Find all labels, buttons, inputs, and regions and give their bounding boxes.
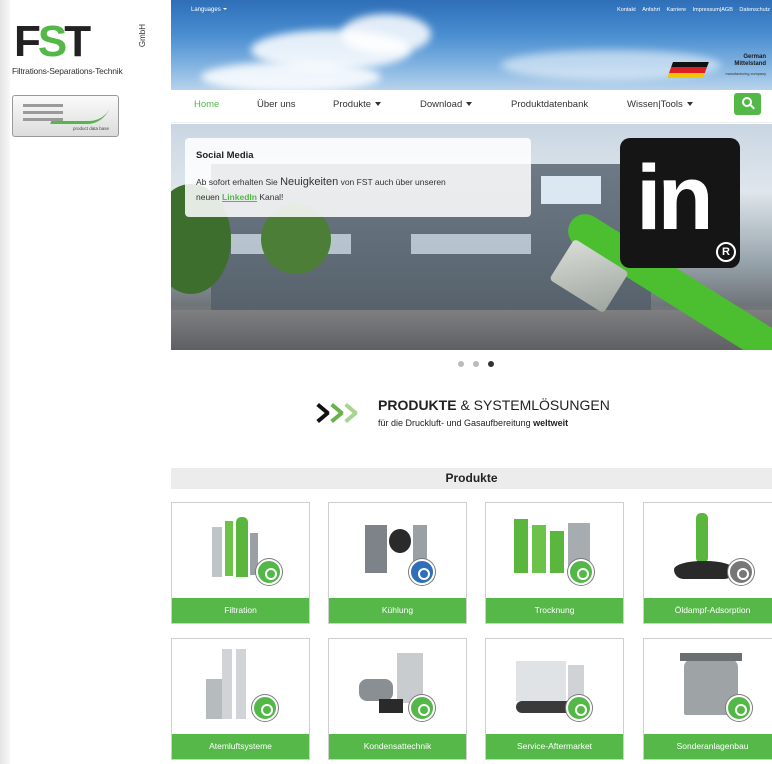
oeldampf-image [644,503,772,598]
chevron-down-icon [466,102,473,107]
tile-label: Atemluftsysteme [172,734,309,759]
atemluft-image [172,639,309,734]
tile-label: Service-Aftermarket [486,734,623,759]
link-datenschutz[interactable]: Datenschutz [739,7,770,13]
card-text: Ab sofort erhalten Sie Neuigkeiten von F… [196,176,446,202]
nav-ueber-uns[interactable]: Über uns [257,99,296,110]
search-button[interactable] [734,93,761,115]
header-banner: Languages Kontakt Anfahrt Karriere Impre… [171,0,772,90]
card-title: Social Media [196,150,254,161]
sonderanlagenbau-badge-icon [726,695,752,721]
slider-dot-2[interactable] [473,361,479,367]
product-database-caption: product data base [73,126,110,131]
product-tile-oeldampf[interactable]: Öldampf-Adsorption [643,502,772,624]
tile-label: Kühlung [329,598,466,623]
cloud [201,62,381,90]
kondensat-image [329,639,466,734]
slider-dot-1[interactable] [458,361,464,367]
mittelstand-sub: manufacturing company [725,72,766,76]
products-section-title: Produkte [445,471,498,485]
tile-label: Trocknung [486,598,623,623]
chevron-down-icon [223,8,228,11]
service-image [486,639,623,734]
product-tile-filtration[interactable]: Filtration [171,502,310,624]
nav-produktdatenbank[interactable]: Produktdatenbank [511,99,588,110]
hero-slider[interactable]: in R Social Media Ab sofort erhalten Sie… [171,124,772,350]
sonderanlagenbau-image [644,639,772,734]
german-mittelstand-badge: German Mittelstand manufacturing company [667,52,766,80]
linkedin-logo: in R [620,138,740,268]
link-karriere[interactable]: Karriere [667,7,687,13]
tile-label: Öldampf-Adsorption [644,598,772,623]
nav-produkte[interactable]: Produkte [333,99,382,110]
product-tile-kuehlung[interactable]: Kühlung [328,502,467,624]
linkedin-logo-text: in [636,147,714,249]
chevron-down-icon [686,102,693,107]
filtration-badge-icon [256,559,282,585]
products-section-bar: Produkte [171,468,772,489]
logo-gmbh: GmbH [138,24,147,48]
products-headline: PRODUKTE & SYSTEMLÖSUNGEN [378,397,610,413]
atemluft-badge-icon [252,695,278,721]
social-media-card: Social Media Ab sofort erhalten Sie Neui… [185,138,531,217]
page: FST GmbH Filtrations-Separations-Technik… [0,0,772,764]
product-tile-trocknung[interactable]: Trocknung [485,502,624,624]
cloud [341,14,431,54]
link-impressum[interactable]: Impressum|AGB [693,7,733,13]
filtration-image [172,503,309,598]
trocknung-image [486,503,623,598]
link-kontakt[interactable]: Kontakt [617,7,636,13]
product-tile-service[interactable]: Service-Aftermarket [485,638,624,760]
search-icon-handle [750,104,755,110]
tile-label: Kondensattechnik [329,734,466,759]
logo-tagline: Filtrations-Separations-Technik [12,66,123,76]
service-badge-icon [566,695,592,721]
road [171,310,772,350]
languages-dropdown[interactable]: Languages [191,7,228,13]
building-window [411,234,531,254]
slider-dots [458,361,498,369]
page-shadow [0,0,10,764]
kuehlung-badge-icon [409,559,435,585]
product-tile-atemluft[interactable]: Atemluftsysteme [171,638,310,760]
database-icon-line [23,104,63,107]
main-nav: Home Über uns Produkte Download Produktd… [171,90,772,123]
logo-letters: FST [14,17,91,66]
nav-home[interactable]: Home [194,99,219,110]
building-window [541,176,601,204]
kondensat-badge-icon [409,695,435,721]
nav-wissen-tools[interactable]: Wissen|Tools [627,99,693,110]
triple-chevron-icon [316,399,364,427]
nav-download[interactable]: Download [420,99,473,110]
tile-label: Filtration [172,598,309,623]
mittelstand-title: German Mittelstand [734,54,766,67]
registered-mark: R [716,242,736,262]
fst-logo[interactable]: FST GmbH Filtrations-Separations-Technik [12,17,147,82]
german-flag-icon [667,62,709,78]
kuehlung-image [329,503,466,598]
product-tile-sonderanlagenbau[interactable]: Sonderanlagenbau [643,638,772,760]
product-database-button[interactable]: product data base [12,95,119,137]
tile-label: Sonderanlagenbau [644,734,772,759]
swoosh-icon [50,108,110,124]
linkedin-link[interactable]: LinkedIn [222,192,257,202]
product-tile-kondensat[interactable]: Kondensattechnik [328,638,467,760]
trocknung-badge-icon [568,559,594,585]
chevron-down-icon [375,102,382,107]
products-subline: für die Druckluft- und Gasaufbereitung w… [378,418,569,428]
slider-dot-3[interactable] [488,361,494,367]
top-links: Kontakt Anfahrt Karriere Impressum|AGB D… [612,7,770,13]
languages-label: Languages [191,7,221,13]
link-anfahrt[interactable]: Anfahrt [642,7,660,13]
oeldampf-badge-icon [728,559,754,585]
